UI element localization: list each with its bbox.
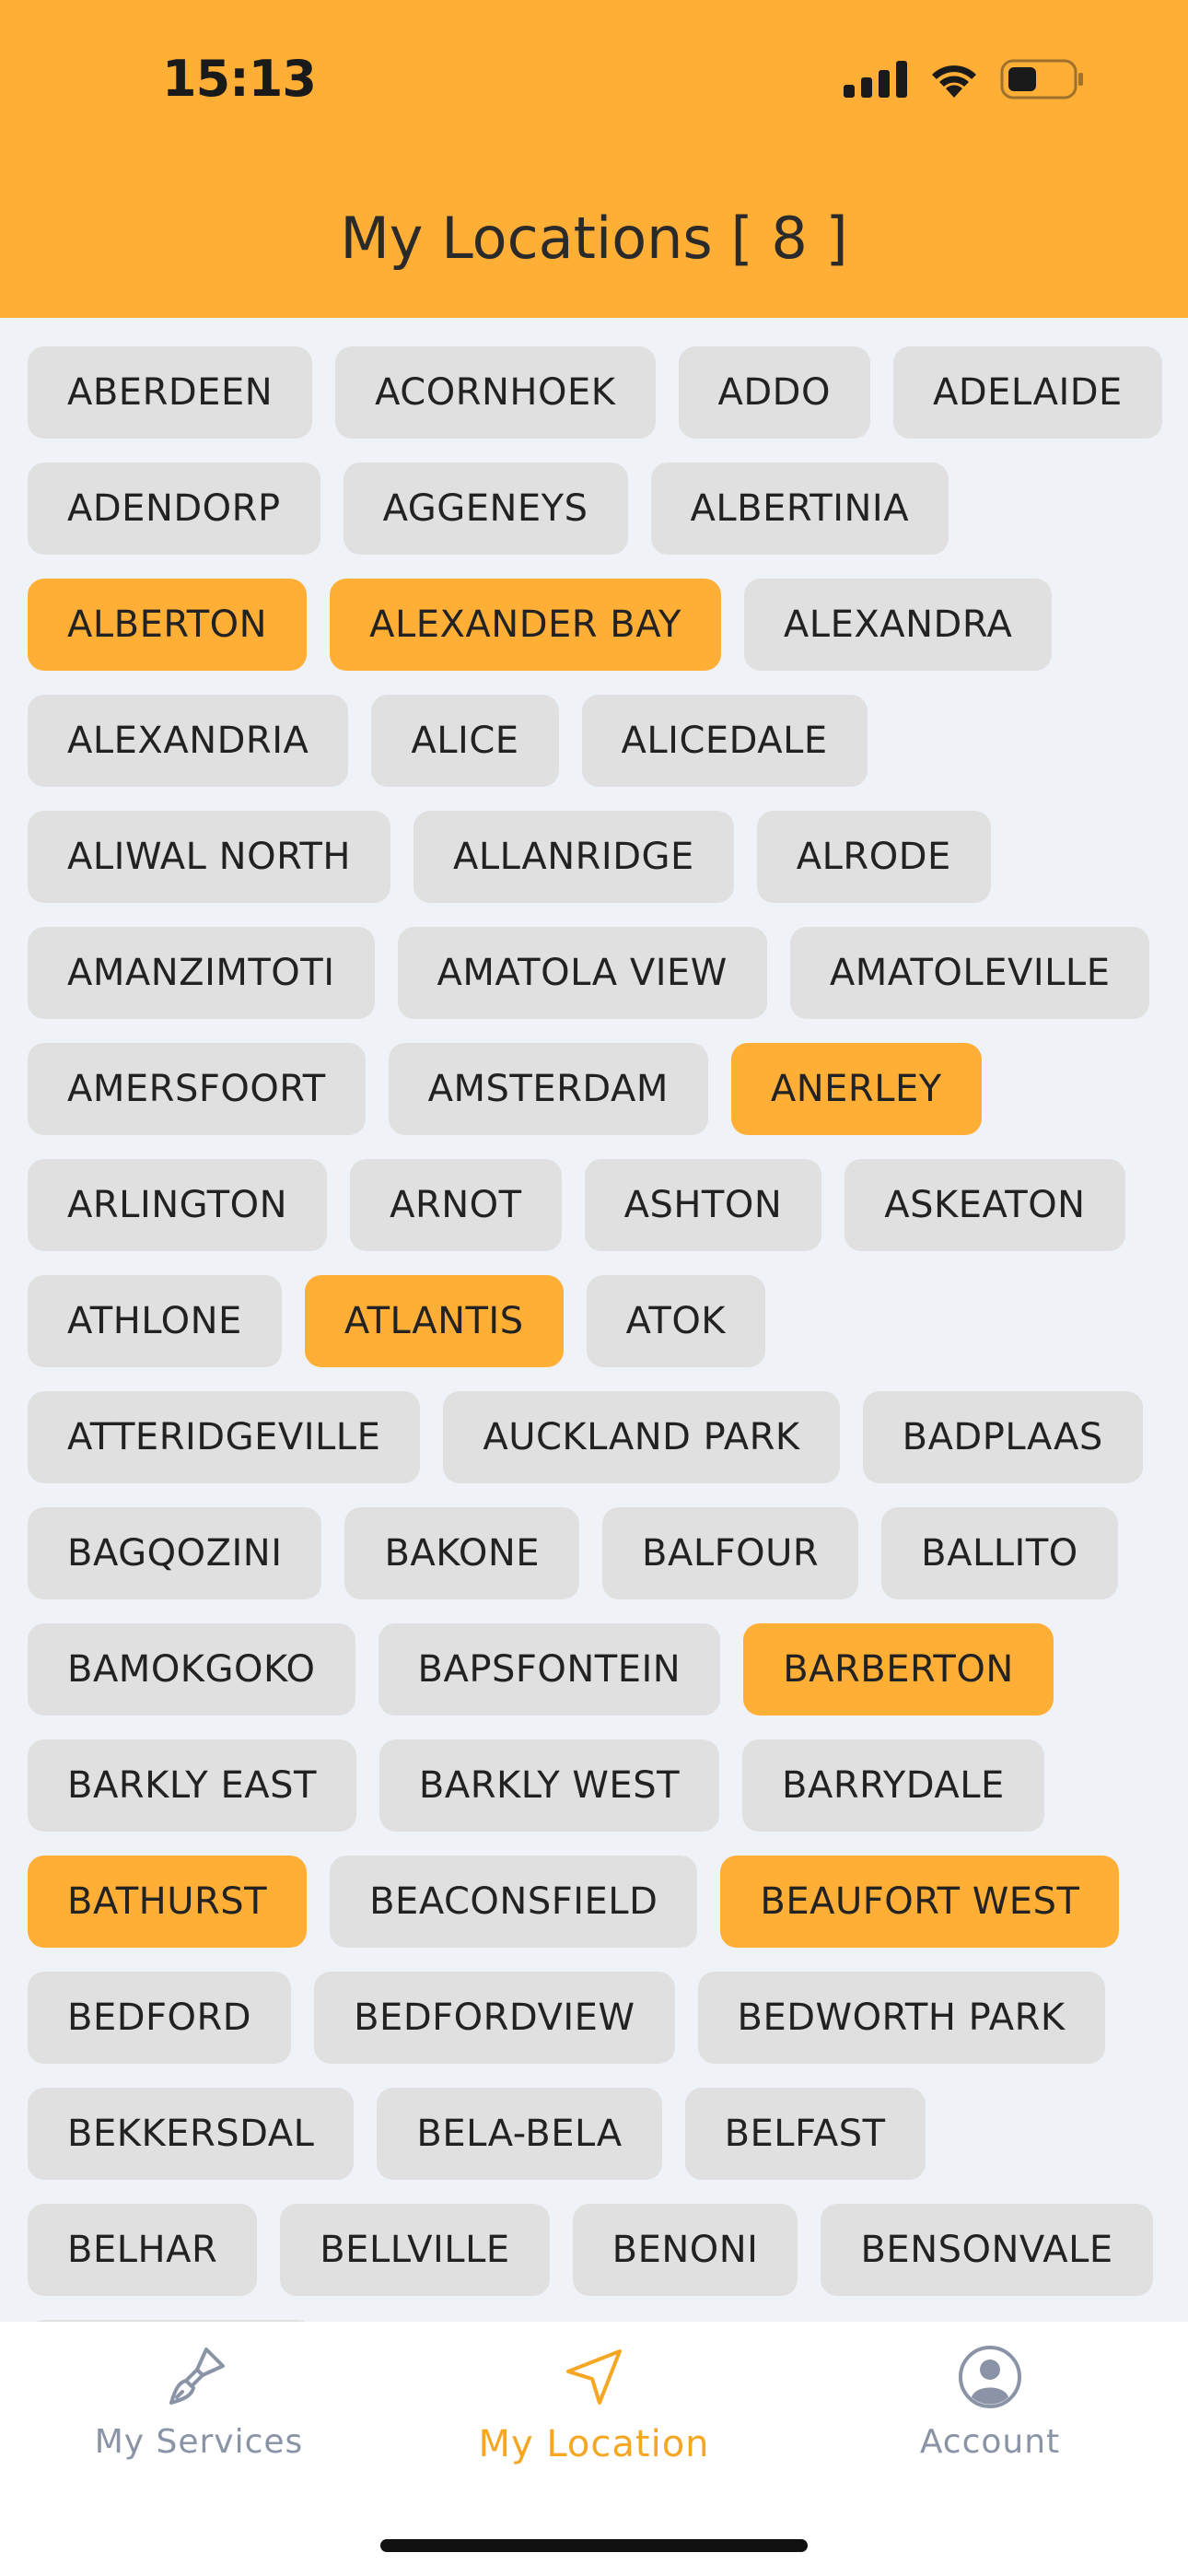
page-title: My Locations [ 8 ] (340, 205, 848, 272)
status-icons (844, 59, 1085, 100)
location-chip[interactable]: ALRODE (756, 811, 991, 903)
battery-icon (1000, 59, 1083, 100)
location-chip[interactable]: ALBERTON (28, 579, 308, 671)
location-chip[interactable]: BAKONE (344, 1507, 580, 1599)
tab-label: Account (919, 2423, 1061, 2461)
tab-bar: My Services My Location Account (0, 2322, 1188, 2576)
tab-account[interactable]: Account (806, 2340, 1174, 2461)
location-chip[interactable]: BARKLY WEST (379, 1739, 720, 1832)
location-chip[interactable]: BEDFORDVIEW (314, 1972, 675, 2064)
account-icon (953, 2340, 1027, 2414)
location-chip[interactable]: BELLVILLE (280, 2204, 550, 2296)
location-chip[interactable]: ALLANRIDGE (413, 811, 734, 903)
tab-my-location[interactable]: My Location (410, 2340, 778, 2465)
location-chip[interactable]: ATTERIDGEVILLE (28, 1391, 421, 1483)
location-chip[interactable]: ALBERTINIA (650, 463, 949, 555)
location-chip[interactable]: ATLANTIS (304, 1275, 564, 1367)
location-chip[interactable]: BARBERTON (743, 1623, 1054, 1715)
location-chip[interactable]: ARLINGTON (28, 1159, 328, 1251)
location-chip[interactable]: BATHURST (28, 1856, 308, 1948)
location-chip[interactable]: ALIWAL NORTH (28, 811, 390, 903)
location-chip[interactable]: BENONI (572, 2204, 798, 2296)
location-chip[interactable]: ALEXANDRA (743, 579, 1053, 671)
location-chip[interactable]: BEDFORD (28, 1972, 292, 2064)
location-chip[interactable]: ACORNHOEK (335, 346, 656, 439)
location-chip[interactable]: ASKEATON (844, 1159, 1125, 1251)
location-chip[interactable]: ASHTON (584, 1159, 822, 1251)
location-chip-list: ABERDEEN ACORNHOEK ADDO ADELAIDE ADENDORP AGG… (28, 346, 1170, 2412)
status-time: 15:13 (162, 50, 317, 108)
location-chip[interactable]: AGGENEYS (343, 463, 628, 555)
location-chip[interactable]: BARKLY EAST (28, 1739, 356, 1832)
location-chip[interactable]: AMATOLA VIEW (397, 927, 767, 1019)
location-chip[interactable]: ATOK (586, 1275, 766, 1367)
location-chip[interactable]: AMERSFOORT (28, 1043, 366, 1135)
location-chip[interactable]: ATHLONE (28, 1275, 282, 1367)
location-arrow-icon (557, 2340, 631, 2414)
location-chip[interactable]: BAGQOZINI (28, 1507, 322, 1599)
location-chip[interactable]: BELHAR (28, 2204, 258, 2296)
location-chip[interactable]: ADDO (678, 346, 870, 439)
location-chip[interactable]: ALICE (371, 695, 559, 787)
location-chip[interactable]: BAMOKGOKO (28, 1623, 355, 1715)
location-chip[interactable]: BELFAST (684, 2088, 926, 2180)
location-chip[interactable]: AMANZIMTOTI (28, 927, 375, 1019)
paint-brush-icon (162, 2340, 236, 2414)
location-chip[interactable]: ABERDEEN (28, 346, 313, 439)
location-chip[interactable]: BELA-BELA (377, 2088, 662, 2180)
location-chip[interactable]: BARRYDALE (742, 1739, 1044, 1832)
tab-label: My Services (94, 2423, 304, 2461)
location-chip[interactable]: ALEXANDER BAY (330, 579, 721, 671)
app-header: 15:13 My Locations [ 8 ] (0, 0, 1188, 318)
location-chip[interactable]: BALFOUR (602, 1507, 859, 1599)
location-chip[interactable]: ANERLEY (730, 1043, 982, 1135)
location-chip[interactable]: BENSONVALE (821, 2204, 1153, 2296)
signal-icon (844, 61, 907, 98)
location-chip[interactable]: BEKKERSDAL (28, 2088, 355, 2180)
location-chip[interactable]: ALICEDALE (581, 695, 868, 787)
home-indicator (380, 2539, 808, 2552)
location-chip[interactable]: ADELAIDE (892, 346, 1162, 439)
wifi-icon (932, 65, 976, 98)
location-chip[interactable]: BAPSFONTEIN (378, 1623, 721, 1715)
location-chip[interactable]: BEAUFORT WEST (720, 1856, 1120, 1948)
location-chip[interactable]: BADPLAAS (862, 1391, 1143, 1483)
location-chip[interactable]: AMATOLEVILLE (789, 927, 1150, 1019)
location-chip[interactable]: BEACONSFIELD (330, 1856, 698, 1948)
location-chip[interactable]: AUCKLAND PARK (443, 1391, 840, 1483)
location-chip[interactable]: ALEXANDRIA (28, 695, 349, 787)
location-chip[interactable]: BEDWORTH PARK (697, 1972, 1105, 2064)
tab-my-services[interactable]: My Services (15, 2340, 383, 2461)
tab-label: My Location (478, 2423, 710, 2465)
location-chip[interactable]: ADENDORP (28, 463, 320, 555)
location-chip[interactable]: BALLITO (881, 1507, 1118, 1599)
location-chip[interactable]: AMSTERDAM (388, 1043, 708, 1135)
location-chip[interactable]: ARNOT (350, 1159, 562, 1251)
